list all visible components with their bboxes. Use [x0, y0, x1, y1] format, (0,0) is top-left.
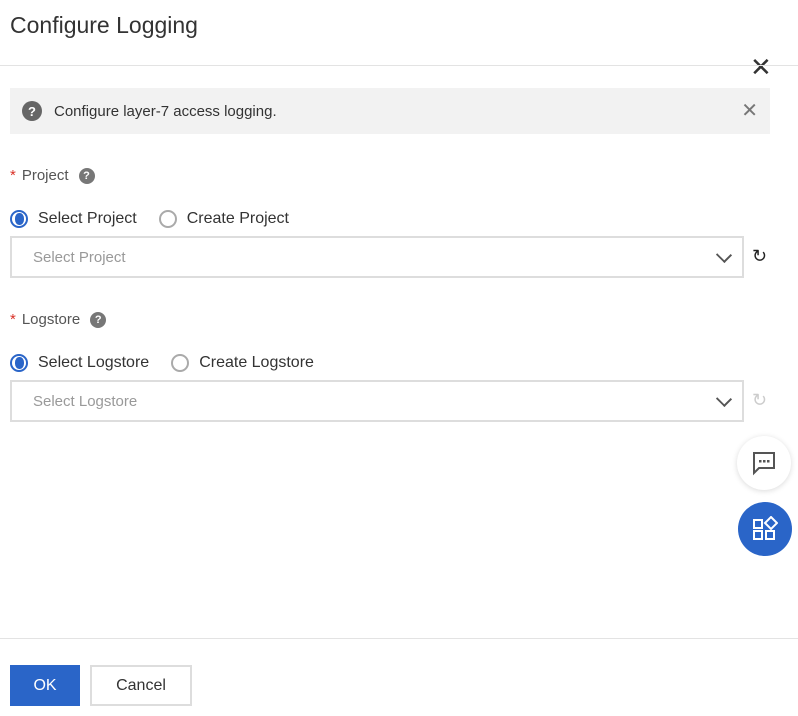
notice-text: Configure layer-7 access logging. [54, 102, 277, 120]
help-icon[interactable]: ? [90, 311, 107, 328]
logstore-label: * Logstore ? [10, 311, 107, 328]
apps-button[interactable] [738, 502, 792, 556]
project-select[interactable]: Select Project [10, 236, 744, 278]
apps-icon [753, 516, 778, 540]
chat-button[interactable] [737, 436, 791, 490]
question-icon: ? [22, 101, 42, 121]
logstore-radio-group: Select Logstore Create Logstore [10, 354, 336, 372]
radio-select-project[interactable]: Select Project [10, 210, 137, 228]
chat-icon [753, 452, 775, 476]
help-icon[interactable]: ? [78, 167, 95, 184]
project-label: * Project ? [10, 167, 95, 184]
ok-button[interactable]: OK [10, 665, 80, 706]
close-dialog-icon[interactable]: ✕ [750, 54, 772, 80]
chevron-down-icon [715, 246, 733, 264]
logstore-select[interactable]: Select Logstore [10, 380, 744, 422]
divider [0, 638, 798, 639]
project-radio-group: Select Project Create Project [10, 210, 311, 228]
radio-create-logstore[interactable]: Create Logstore [171, 354, 314, 372]
close-notice-icon[interactable]: ✕ [741, 98, 758, 123]
chevron-down-icon [715, 390, 733, 408]
refresh-icon[interactable]: ↻ [752, 246, 767, 267]
dialog-title: Configure Logging [10, 12, 198, 38]
radio-select-logstore[interactable]: Select Logstore [10, 354, 149, 372]
refresh-icon: ↻ [752, 390, 768, 410]
divider [0, 65, 798, 66]
radio-create-project[interactable]: Create Project [158, 210, 289, 228]
info-notice: ? Configure layer-7 access logging. ✕ [10, 88, 770, 134]
cancel-button[interactable]: Cancel [90, 665, 192, 706]
